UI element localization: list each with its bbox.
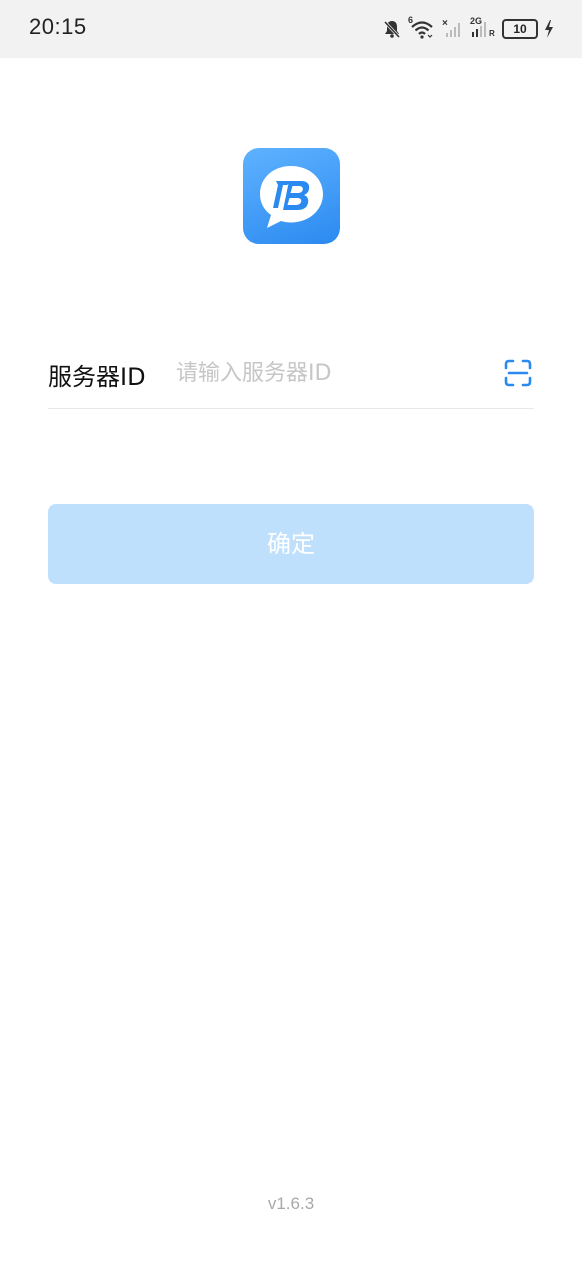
status-bar: 20:15 6 × 2G R 10 [0,0,582,58]
server-id-row: 服务器ID [48,340,534,409]
status-icons: 6 × 2G R 10 [382,15,554,42]
server-id-input[interactable] [176,354,476,392]
signal-2-icon: 2G R [470,16,496,40]
bell-muted-icon [383,20,401,39]
app-version: v1.6.3 [267,1194,315,1213]
svg-text:×: × [442,18,448,29]
chat-bubble-b-logo [260,166,323,228]
scan-icon[interactable] [504,359,532,387]
signal-1-icon: × [442,18,460,37]
battery-level: 10 [513,22,527,36]
server-id-label: 服务器ID [48,363,146,391]
status-time: 20:15 [29,14,87,39]
battery-icon: 10 [502,19,538,39]
confirm-button[interactable]: 确定 [48,504,534,584]
charging-icon [545,20,553,38]
wifi-icon: 6 [408,15,436,40]
login-screen: 20:15 6 × 2G R 10 服务器ID 请输入服务器ID 确定 v1.6… [0,0,582,1280]
signal2-sub: R [489,29,495,38]
app-logo [243,148,340,244]
